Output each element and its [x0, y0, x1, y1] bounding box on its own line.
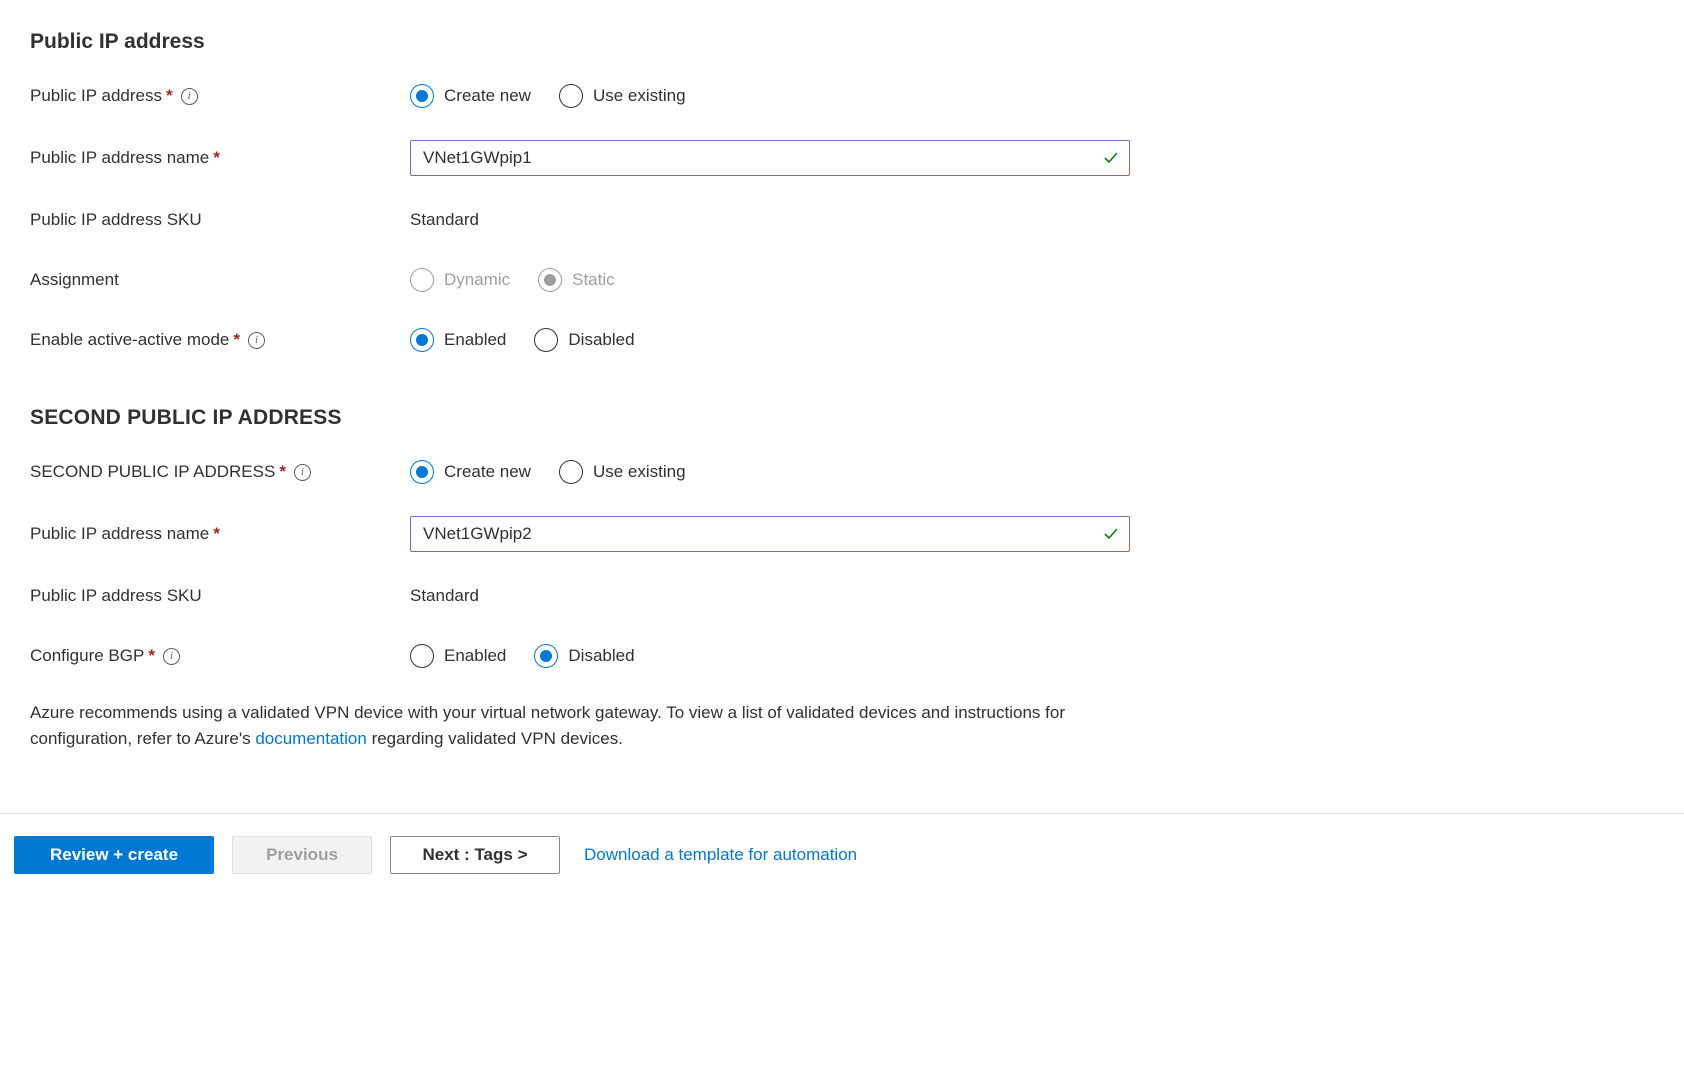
- pip2-name-input[interactable]: [410, 516, 1130, 552]
- label-text: Public IP address name: [30, 524, 209, 544]
- radio-label: Enabled: [444, 646, 506, 666]
- radio-icon: [410, 644, 434, 668]
- label-text: Public IP address: [30, 86, 162, 106]
- label-bgp: Configure BGP * i: [30, 646, 410, 666]
- radio-bgp-disabled[interactable]: Disabled: [534, 644, 634, 668]
- radio-label: Use existing: [593, 462, 686, 482]
- required-asterisk: *: [166, 86, 173, 106]
- radio-icon: [534, 328, 558, 352]
- checkmark-icon: [1102, 149, 1120, 167]
- input-wrap-pip2-name: [410, 516, 1130, 552]
- info-icon[interactable]: i: [294, 464, 311, 481]
- download-template-link[interactable]: Download a template for automation: [584, 845, 857, 865]
- recommendation-text: Azure recommends using a validated VPN d…: [30, 700, 1130, 753]
- label-text: Public IP address SKU: [30, 586, 202, 606]
- label-pip2-mode: SECOND PUBLIC IP ADDRESS * i: [30, 462, 410, 482]
- radio-group-bgp: Enabled Disabled: [410, 644, 635, 668]
- label-sku: Public IP address SKU: [30, 210, 410, 230]
- row-pip2-mode: SECOND PUBLIC IP ADDRESS * i Create new …: [30, 456, 1654, 488]
- radio-icon: [410, 460, 434, 484]
- radio-icon: [534, 644, 558, 668]
- required-asterisk: *: [233, 330, 240, 350]
- required-asterisk: *: [148, 646, 155, 666]
- required-asterisk: *: [279, 462, 286, 482]
- label-text: Public IP address SKU: [30, 210, 202, 230]
- radio-group-pip-mode: Create new Use existing: [410, 84, 686, 108]
- radio-group-assignment: Dynamic Static: [410, 268, 615, 292]
- label-text: Enable active-active mode: [30, 330, 229, 350]
- section-title-second-pip: SECOND PUBLIC IP ADDRESS: [30, 406, 1654, 430]
- info-icon[interactable]: i: [181, 88, 198, 105]
- radio-label: Create new: [444, 86, 531, 106]
- row-pip-name: Public IP address name *: [30, 140, 1654, 176]
- label-assignment: Assignment: [30, 270, 410, 290]
- previous-button: Previous: [232, 836, 372, 874]
- label-pip2-name: Public IP address name *: [30, 524, 410, 544]
- radio-static: Static: [538, 268, 615, 292]
- radio-label: Disabled: [568, 646, 634, 666]
- wizard-footer: Review + create Previous Next : Tags > D…: [0, 813, 1684, 896]
- radio-label: Dynamic: [444, 270, 510, 290]
- radio-icon: [538, 268, 562, 292]
- radio-label: Enabled: [444, 330, 506, 350]
- sku-value: Standard: [410, 210, 479, 230]
- row-pip2-name: Public IP address name *: [30, 516, 1654, 552]
- sku2-value: Standard: [410, 586, 479, 606]
- recommendation-after: regarding validated VPN devices.: [367, 729, 623, 748]
- radio-dynamic: Dynamic: [410, 268, 510, 292]
- radio-use-existing[interactable]: Use existing: [559, 84, 686, 108]
- radio-icon: [410, 84, 434, 108]
- row-sku2: Public IP address SKU Standard: [30, 580, 1654, 612]
- radio-label: Disabled: [568, 330, 634, 350]
- row-sku: Public IP address SKU Standard: [30, 204, 1654, 236]
- radio-label: Create new: [444, 462, 531, 482]
- radio-create-new-2[interactable]: Create new: [410, 460, 531, 484]
- label-text: SECOND PUBLIC IP ADDRESS: [30, 462, 275, 482]
- radio-label: Static: [572, 270, 615, 290]
- required-asterisk: *: [213, 148, 220, 168]
- label-pip-name: Public IP address name *: [30, 148, 410, 168]
- info-icon[interactable]: i: [163, 648, 180, 665]
- radio-icon: [559, 460, 583, 484]
- radio-bgp-enabled[interactable]: Enabled: [410, 644, 506, 668]
- radio-group-pip2-mode: Create new Use existing: [410, 460, 686, 484]
- next-tags-button[interactable]: Next : Tags >: [390, 836, 560, 874]
- input-wrap-pip-name: [410, 140, 1130, 176]
- radio-icon: [559, 84, 583, 108]
- radio-disabled[interactable]: Disabled: [534, 328, 634, 352]
- documentation-link[interactable]: documentation: [255, 729, 367, 748]
- required-asterisk: *: [213, 524, 220, 544]
- checkmark-icon: [1102, 525, 1120, 543]
- radio-create-new[interactable]: Create new: [410, 84, 531, 108]
- info-icon[interactable]: i: [248, 332, 265, 349]
- row-assignment: Assignment Dynamic Static: [30, 264, 1654, 296]
- label-text: Configure BGP: [30, 646, 144, 666]
- radio-enabled[interactable]: Enabled: [410, 328, 506, 352]
- label-sku2: Public IP address SKU: [30, 586, 410, 606]
- radio-label: Use existing: [593, 86, 686, 106]
- row-active-active: Enable active-active mode * i Enabled Di…: [30, 324, 1654, 356]
- radio-group-active-active: Enabled Disabled: [410, 328, 635, 352]
- section-title-public-ip: Public IP address: [30, 30, 1654, 54]
- radio-use-existing-2[interactable]: Use existing: [559, 460, 686, 484]
- review-create-button[interactable]: Review + create: [14, 836, 214, 874]
- radio-icon: [410, 328, 434, 352]
- label-text: Public IP address name: [30, 148, 209, 168]
- row-pip-mode: Public IP address * i Create new Use exi…: [30, 80, 1654, 112]
- label-text: Assignment: [30, 270, 119, 290]
- label-active-active: Enable active-active mode * i: [30, 330, 410, 350]
- radio-icon: [410, 268, 434, 292]
- label-pip-mode: Public IP address * i: [30, 86, 410, 106]
- pip-name-input[interactable]: [410, 140, 1130, 176]
- row-bgp: Configure BGP * i Enabled Disabled: [30, 640, 1654, 672]
